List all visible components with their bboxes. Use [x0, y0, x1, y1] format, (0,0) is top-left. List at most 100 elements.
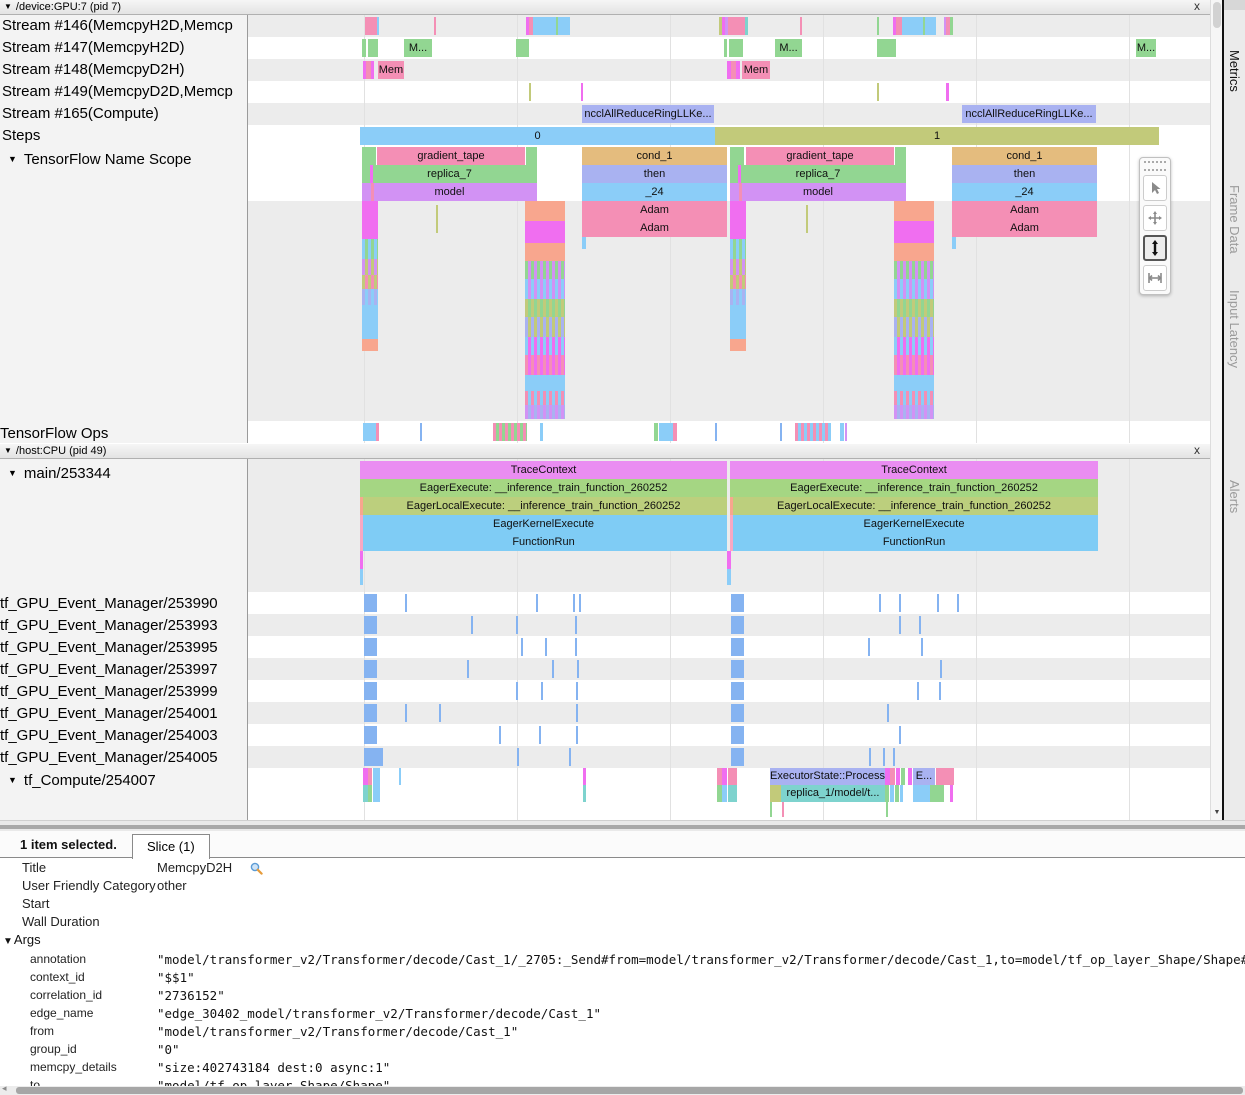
trace-block[interactable]: [525, 201, 565, 221]
trace-block[interactable]: [517, 748, 519, 766]
collapse-arrow-icon[interactable]: ▼: [8, 771, 17, 790]
trace-block[interactable]: Adam: [952, 219, 1097, 237]
trace-block[interactable]: [930, 785, 944, 802]
trace-block[interactable]: [364, 704, 377, 722]
trace-block[interactable]: [730, 239, 746, 259]
trace-block[interactable]: [877, 39, 896, 57]
trace-block[interactable]: [434, 17, 436, 35]
trace-block[interactable]: [950, 17, 953, 35]
trace-block[interactable]: [364, 726, 377, 744]
row-label-tensorflow-name-scope[interactable]: ▼TensorFlow Name Scope: [2, 150, 248, 170]
trace-block[interactable]: [533, 17, 556, 35]
trace-block[interactable]: [552, 660, 554, 678]
trace-block[interactable]: EagerLocalExecute: __inference_train_fun…: [730, 497, 1098, 515]
trace-block[interactable]: [362, 39, 366, 57]
trace-block[interactable]: [583, 785, 586, 802]
horizontal-scrollbar[interactable]: ◂: [0, 1086, 1245, 1095]
trace-block[interactable]: [921, 638, 923, 656]
trace-block[interactable]: [362, 289, 378, 305]
trace-block[interactable]: [493, 423, 527, 441]
trace-block[interactable]: [845, 423, 847, 441]
trace-block[interactable]: [360, 497, 363, 515]
gpu-pane-header[interactable]: ▼/device:GPU:7 (pid 7) x: [0, 0, 1210, 15]
scrollbar-thumb[interactable]: [1213, 2, 1221, 28]
trace-block[interactable]: [581, 83, 583, 101]
trace-block[interactable]: ncclAllReduceRingLLKe...: [962, 105, 1096, 123]
trace-block[interactable]: [840, 423, 844, 441]
trace-block[interactable]: [525, 299, 565, 317]
trace-block[interactable]: [364, 594, 377, 612]
trace-block[interactable]: [731, 638, 744, 656]
magnifier-icon[interactable]: [249, 861, 263, 875]
trace-block[interactable]: [886, 802, 888, 817]
trace-block[interactable]: EagerKernelExecute: [730, 515, 1098, 533]
trace-block[interactable]: [899, 726, 901, 744]
trace-block[interactable]: ExecutorState::Process: [770, 768, 885, 785]
trace-block[interactable]: M...: [775, 39, 802, 57]
trace-block[interactable]: [569, 748, 571, 766]
trace-block[interactable]: M...: [404, 39, 432, 57]
row-label-tf-compute-254007[interactable]: ▼tf_Compute/254007: [2, 771, 248, 791]
trace-block[interactable]: [362, 239, 378, 259]
trace-block[interactable]: [364, 638, 377, 656]
trace-block[interactable]: [558, 17, 570, 35]
trace-block[interactable]: [541, 682, 543, 700]
trace-block[interactable]: [894, 261, 934, 279]
trace-block[interactable]: [869, 748, 871, 766]
trace-block[interactable]: [727, 551, 731, 569]
trace-block[interactable]: [730, 201, 746, 239]
trace-block[interactable]: [373, 768, 380, 785]
trace-block[interactable]: [899, 594, 901, 612]
trace-block[interactable]: Adam: [582, 219, 727, 237]
trace-block[interactable]: [890, 785, 894, 802]
trace-block[interactable]: [770, 785, 781, 802]
trace-block[interactable]: [373, 785, 380, 802]
trace-block[interactable]: model: [362, 183, 537, 201]
trace-block[interactable]: [529, 83, 531, 101]
trace-block[interactable]: gradient_tape: [377, 147, 525, 165]
trace-block[interactable]: [900, 785, 903, 802]
side-tab-input-latency[interactable]: Input Latency: [1227, 290, 1242, 368]
trace-block[interactable]: [902, 17, 923, 35]
trace-block[interactable]: [730, 339, 746, 351]
trace-block[interactable]: [576, 726, 578, 744]
trace-block[interactable]: then: [952, 165, 1097, 183]
trace-block[interactable]: [536, 594, 538, 612]
trace-block[interactable]: [370, 165, 373, 183]
trace-block[interactable]: FunctionRun: [360, 533, 727, 551]
trace-block[interactable]: [363, 423, 376, 441]
trace-block[interactable]: [573, 594, 575, 612]
trace-block[interactable]: [894, 317, 934, 337]
trace-block[interactable]: [365, 17, 377, 35]
trace-block[interactable]: [879, 594, 881, 612]
trace-block[interactable]: [368, 39, 378, 57]
trace-block[interactable]: [525, 391, 565, 405]
trace-block[interactable]: [730, 259, 746, 275]
trace-block[interactable]: [499, 726, 501, 744]
trace-block[interactable]: [729, 39, 743, 57]
trace-block[interactable]: EagerKernelExecute: [360, 515, 727, 533]
trace-block[interactable]: replica_7: [362, 165, 537, 183]
trace-block[interactable]: [525, 279, 565, 299]
scrollbar-thumb[interactable]: [16, 1087, 1243, 1094]
trace-block[interactable]: TraceContext: [360, 461, 727, 479]
select-tool-button[interactable]: [1143, 175, 1167, 201]
trace-block[interactable]: [377, 17, 379, 35]
trace-block[interactable]: [436, 205, 438, 233]
panel-splitter[interactable]: [0, 820, 1245, 831]
trace-block[interactable]: [724, 39, 727, 57]
trace-block[interactable]: [730, 497, 733, 515]
trace-block[interactable]: [885, 785, 889, 802]
trace-block[interactable]: [770, 802, 772, 817]
timing-tool-button[interactable]: [1143, 265, 1167, 291]
trace-block[interactable]: [730, 515, 733, 551]
trace-block[interactable]: then: [582, 165, 727, 183]
trace-block[interactable]: [722, 785, 727, 802]
trace-block[interactable]: M...: [1136, 39, 1156, 57]
trace-block[interactable]: replica_1/model/t...: [781, 785, 885, 802]
trace-block[interactable]: [731, 682, 744, 700]
trace-block[interactable]: Mem: [378, 61, 404, 79]
trace-block[interactable]: [868, 638, 870, 656]
trace-block[interactable]: [731, 594, 744, 612]
trace-block[interactable]: [893, 748, 895, 766]
